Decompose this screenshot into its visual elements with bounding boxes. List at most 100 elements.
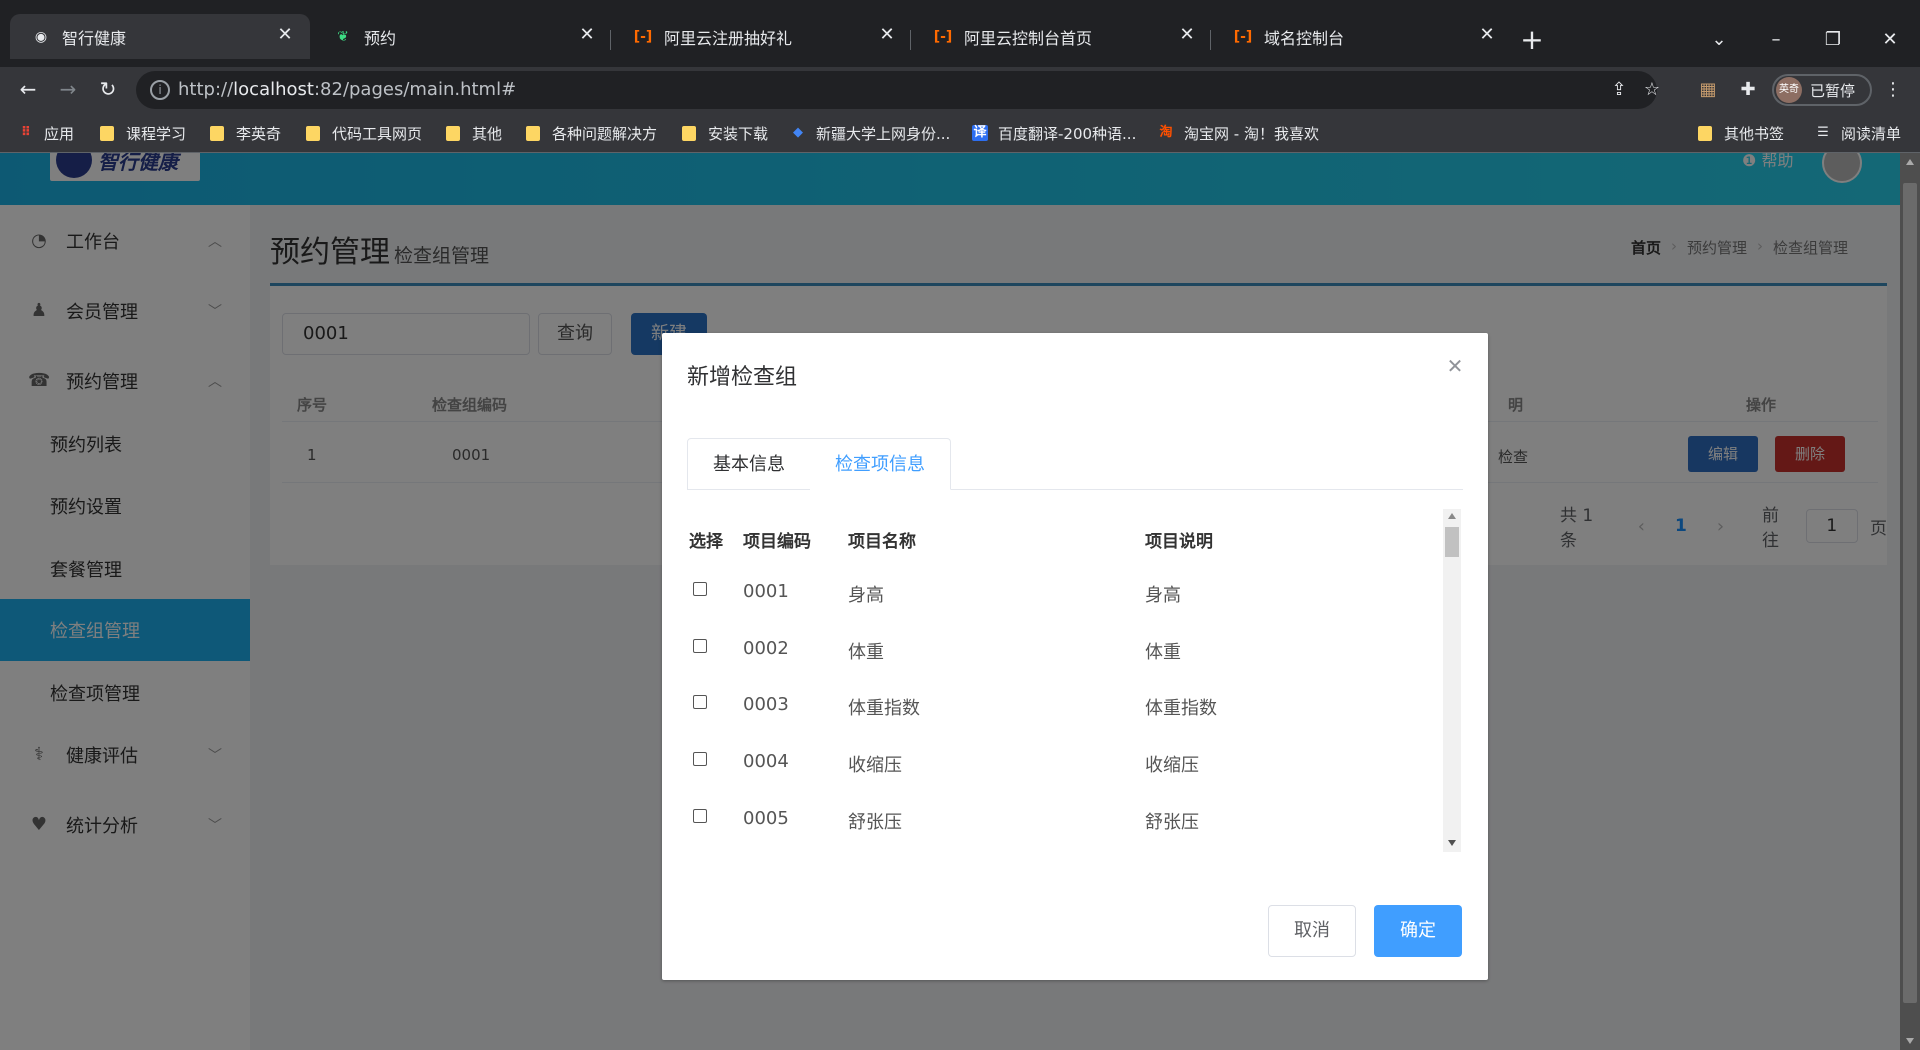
scroll-up-icon[interactable]	[1448, 513, 1456, 519]
info-icon[interactable]: i	[150, 80, 170, 100]
url-text[interactable]: http://localhost:82/pages/main.html#	[178, 79, 516, 100]
back-icon[interactable]: ←	[16, 77, 40, 101]
extension-icon[interactable]: ▦	[1697, 79, 1719, 101]
browser-chrome: ◉ 智行健康 ✕ ❦ 预约 ✕ [-] 阿里云注册抽好礼 ✕ [-] 阿里云控制…	[0, 0, 1920, 153]
folder-icon	[526, 125, 540, 141]
cell-code: 0002	[743, 638, 789, 659]
cell-desc: 舒张压	[1145, 812, 1199, 833]
address-bar[interactable]: i http://localhost:82/pages/main.html# ⇪…	[136, 71, 1660, 109]
puzzle-extensions-icon[interactable]: ✚	[1737, 79, 1759, 101]
checkbox-item-0004[interactable]	[693, 752, 707, 766]
tab-title: 预约	[364, 28, 397, 48]
window-close-icon[interactable]: ✕	[1878, 28, 1902, 52]
bookmark-star-icon[interactable]: ☆	[1641, 79, 1663, 101]
close-icon[interactable]: ✕	[1176, 24, 1198, 46]
folder-icon	[210, 125, 224, 141]
bookmark-label: 阅读清单	[1841, 124, 1902, 143]
aliyun-icon: [-]	[633, 28, 653, 45]
cell-desc: 收缩压	[1145, 755, 1199, 776]
dialog-tabs: 基本信息 检查项信息	[687, 438, 1463, 490]
checkbox-item-0005[interactable]	[693, 809, 707, 823]
bookmark-folder[interactable]: 代码工具网页	[306, 122, 422, 144]
checkbox-item-0001[interactable]	[693, 582, 707, 596]
tab-checkitem-info[interactable]: 检查项信息	[810, 438, 951, 490]
tab-aliyun-register[interactable]: [-] 阿里云注册抽好礼 ✕	[612, 14, 912, 59]
more-menu-icon[interactable]: ⋮	[1882, 79, 1904, 101]
tab-separator	[610, 30, 611, 50]
bookmark-label: 百度翻译-200种语...	[998, 124, 1137, 143]
scroll-up-icon[interactable]	[1906, 159, 1914, 165]
dialog-scrollbar[interactable]	[1443, 509, 1461, 852]
scroll-thumb[interactable]	[1903, 183, 1917, 1003]
folder-icon	[446, 125, 460, 141]
scroll-thumb[interactable]	[1445, 527, 1459, 557]
tab-title: 阿里云控制台首页	[964, 28, 1093, 48]
cell-code: 0004	[743, 751, 789, 772]
new-tab-button[interactable]: +	[1520, 26, 1544, 54]
bookmark-label: 代码工具网页	[332, 124, 423, 143]
minimize-icon[interactable]: –	[1764, 28, 1788, 52]
cell-name: 收缩压	[848, 755, 902, 776]
checkbox-item-0003[interactable]	[693, 695, 707, 709]
tab-strip: ◉ 智行健康 ✕ ❦ 预约 ✕ [-] 阿里云注册抽好礼 ✕ [-] 阿里云控制…	[0, 0, 1920, 67]
close-icon[interactable]: ✕	[274, 24, 296, 46]
cell-desc: 体重	[1145, 642, 1181, 663]
folder-icon	[682, 125, 696, 141]
aliyun-icon: [-]	[933, 28, 953, 45]
cell-name: 体重指数	[848, 698, 920, 719]
tab-search-icon[interactable]: ⌄	[1707, 28, 1731, 52]
reading-list-icon: ☰	[1817, 125, 1829, 140]
leaf-icon: ❦	[337, 28, 349, 45]
share-icon[interactable]: ⇪	[1608, 79, 1630, 101]
cell-name: 体重	[848, 642, 884, 663]
scroll-down-icon[interactable]	[1448, 840, 1456, 846]
tab-title: 智行健康	[62, 28, 127, 48]
bookmark-link[interactable]: ◆ 新疆大学上网身份...	[790, 122, 950, 144]
cell-code: 0005	[743, 808, 789, 829]
tab-aliyun-console[interactable]: [-] 阿里云控制台首页 ✕	[912, 14, 1212, 59]
dialog-title: 新增检查组	[687, 365, 798, 390]
bookmark-label: 淘宝网 - 淘！我喜欢	[1184, 124, 1319, 143]
confirm-button[interactable]: 确定	[1374, 905, 1462, 957]
url-host: localhost	[233, 79, 314, 100]
profile-button[interactable]: 英奇 已暂停	[1772, 74, 1872, 106]
translate-icon: 译	[972, 125, 988, 141]
globe-icon: ◉	[34, 28, 48, 45]
bookmark-reading-list[interactable]: ☰ 阅读清单	[1815, 122, 1901, 144]
bookmark-folder[interactable]: 课程学习	[100, 122, 186, 144]
cell-desc: 体重指数	[1145, 698, 1217, 719]
profile-status: 已暂停	[1810, 81, 1856, 100]
reload-icon[interactable]: ↻	[96, 77, 120, 101]
cell-code: 0001	[743, 581, 789, 602]
tab-zhixing[interactable]: ◉ 智行健康 ✕	[10, 14, 310, 59]
bookmark-folder[interactable]: 其他书签	[1698, 122, 1784, 144]
bookmark-link[interactable]: 译百度翻译-200种语...	[972, 122, 1136, 144]
bookmark-folder[interactable]: 安装下载	[682, 122, 768, 144]
column-header-desc: 项目说明	[1145, 532, 1213, 552]
tab-basic-info[interactable]: 基本信息	[687, 438, 811, 490]
bookmark-folder[interactable]: 李英奇	[210, 122, 281, 144]
scroll-down-icon[interactable]	[1906, 1038, 1914, 1044]
bookmark-apps[interactable]: ⠿ 应用	[18, 122, 74, 144]
checkbox-item-0002[interactable]	[693, 639, 707, 653]
url-prefix: http://	[178, 79, 234, 100]
tab-title: 域名控制台	[1264, 28, 1345, 48]
bookmark-label: 其他	[472, 124, 503, 143]
close-icon[interactable]: ✕	[1476, 24, 1498, 46]
bookmark-folder[interactable]: 其他	[446, 122, 502, 144]
bookmark-label: 其他书签	[1724, 124, 1785, 143]
page-scrollbar[interactable]	[1900, 153, 1920, 1050]
forward-icon[interactable]: →	[56, 77, 80, 101]
bookmark-link[interactable]: 淘淘宝网 - 淘！我喜欢	[1158, 122, 1319, 144]
bookmark-label: 应用	[44, 124, 75, 143]
bookmark-label: 各种问题解决方	[552, 124, 658, 143]
close-icon[interactable]: ✕	[876, 24, 898, 46]
column-header-name: 项目名称	[848, 532, 916, 552]
close-icon[interactable]: ✕	[576, 24, 598, 46]
close-icon[interactable]: ✕	[1444, 355, 1466, 377]
bookmark-folder[interactable]: 各种问题解决方	[526, 122, 657, 144]
cancel-button[interactable]: 取消	[1268, 905, 1356, 957]
tab-yuyue[interactable]: ❦ 预约 ✕	[312, 14, 612, 59]
restore-icon[interactable]: ❐	[1821, 28, 1845, 52]
tab-domain-console[interactable]: [-] 域名控制台 ✕	[1212, 14, 1512, 59]
